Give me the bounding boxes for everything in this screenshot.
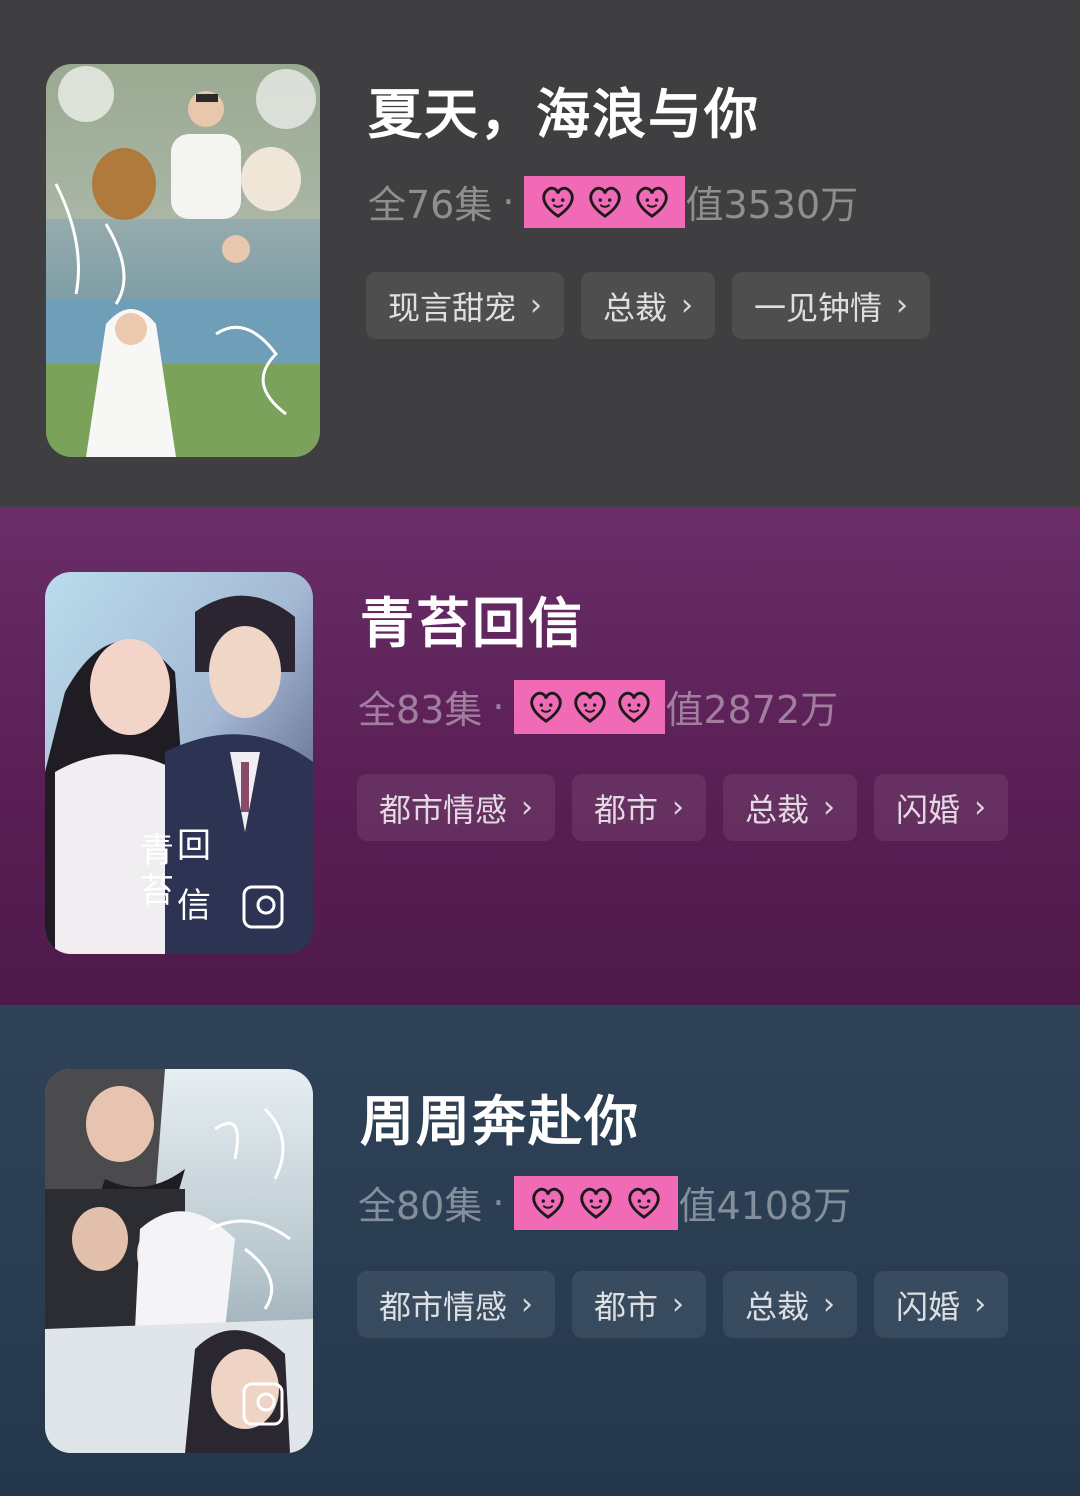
- tag-label: 现言甜宠: [388, 288, 517, 327]
- censor-sticker: [514, 1175, 679, 1230]
- chevron-right-icon: ›: [823, 790, 836, 825]
- drama-meta: 全76集 · 值3530万: [368, 174, 858, 229]
- tag-chip[interactable]: 都市情感 ›: [357, 1271, 556, 1338]
- chevron-right-icon: ›: [974, 790, 987, 825]
- poster-image[interactable]: 青 苔 回 信: [45, 572, 313, 954]
- tag-chip[interactable]: 总裁 ›: [723, 1271, 858, 1338]
- separator: ·: [492, 1180, 505, 1225]
- tag-chip[interactable]: 都市 ›: [572, 774, 707, 841]
- drama-card[interactable]: 夏天，海浪与你 全76集 · 值3530万 现言甜宠 › 总裁 › 一见钟情 ›: [0, 0, 1080, 507]
- drama-meta: 全80集 · 值4108万: [358, 1175, 851, 1230]
- heart-face-icon: [589, 186, 621, 218]
- heart-face-icon: [574, 691, 606, 723]
- tag-label: 都市情感: [379, 1287, 508, 1326]
- chevron-right-icon: ›: [672, 790, 685, 825]
- svg-text:回: 回: [177, 826, 211, 866]
- heat-value: 值4108万: [678, 1184, 852, 1228]
- heart-face-icon: [636, 186, 668, 218]
- tag-label: 一见钟情: [754, 288, 883, 327]
- heart-face-icon: [532, 1187, 565, 1219]
- heat-value: 值3530万: [685, 183, 859, 227]
- tag-label: 总裁: [603, 288, 668, 327]
- tag-label: 都市情感: [379, 790, 508, 829]
- tag-chip[interactable]: 一见钟情 ›: [732, 272, 931, 339]
- chevron-right-icon: ›: [896, 288, 909, 323]
- tag-chip[interactable]: 闪婚 ›: [874, 1271, 1009, 1338]
- tag-label: 闪婚: [896, 1287, 961, 1326]
- tag-list: 都市情感 › 都市 › 总裁 › 闪婚 ›: [357, 774, 1009, 841]
- chevron-right-icon: ›: [530, 288, 543, 323]
- tag-chip[interactable]: 总裁 ›: [723, 774, 858, 841]
- tag-label: 都市: [594, 790, 659, 829]
- censor-sticker: [514, 679, 666, 734]
- tag-chip[interactable]: 都市 ›: [572, 1271, 707, 1338]
- chevron-right-icon: ›: [521, 1287, 534, 1322]
- heart-face-icon: [542, 186, 574, 218]
- episode-count: 全80集: [358, 1184, 483, 1228]
- heart-face-icon: [530, 691, 562, 723]
- tag-label: 都市: [594, 1287, 659, 1326]
- tag-chip[interactable]: 闪婚 ›: [874, 774, 1009, 841]
- episode-count: 全83集: [358, 688, 483, 732]
- svg-text:青: 青: [140, 831, 174, 871]
- tag-list: 都市情感 › 都市 › 总裁 › 闪婚 ›: [357, 1271, 1009, 1338]
- tag-list: 现言甜宠 › 总裁 › 一见钟情 ›: [366, 272, 931, 339]
- censor-sticker: [524, 175, 686, 228]
- chevron-right-icon: ›: [974, 1287, 987, 1322]
- chevron-right-icon: ›: [823, 1287, 836, 1322]
- heat-value: 值2872万: [665, 688, 839, 732]
- svg-text:苔: 苔: [140, 871, 174, 911]
- drama-card[interactable]: 周周奔赴你 全80集 · 值4108万 都市情感 › 都市 › 总裁 › 闪婚 ›: [0, 1005, 1080, 1496]
- drama-card[interactable]: 青 苔 回 信 青苔回信 全83集 · 值2872万 都市情感 › 都市 › 总裁 ›…: [0, 507, 1080, 1005]
- tag-label: 总裁: [745, 1287, 810, 1326]
- chevron-right-icon: ›: [521, 790, 534, 825]
- chevron-right-icon: ›: [681, 288, 694, 323]
- heart-face-icon: [580, 1187, 613, 1219]
- separator: ·: [502, 179, 515, 224]
- episode-count: 全76集: [368, 183, 493, 227]
- tag-chip[interactable]: 都市情感 ›: [357, 774, 556, 841]
- drama-title[interactable]: 青苔回信: [360, 579, 584, 658]
- tag-label: 闪婚: [896, 790, 961, 829]
- tag-chip[interactable]: 总裁 ›: [581, 272, 716, 339]
- tag-chip[interactable]: 现言甜宠 ›: [366, 272, 565, 339]
- heart-face-icon: [628, 1187, 661, 1219]
- separator: ·: [492, 684, 505, 729]
- chevron-right-icon: ›: [672, 1287, 685, 1322]
- poster-image[interactable]: [45, 1069, 313, 1453]
- drama-title[interactable]: 夏天，海浪与你: [368, 70, 760, 149]
- tag-label: 总裁: [745, 790, 810, 829]
- drama-meta: 全83集 · 值2872万: [358, 679, 838, 734]
- drama-title[interactable]: 周周奔赴你: [360, 1077, 640, 1156]
- heart-face-icon: [617, 691, 650, 723]
- svg-text:信: 信: [177, 886, 211, 926]
- poster-image[interactable]: [46, 64, 320, 457]
